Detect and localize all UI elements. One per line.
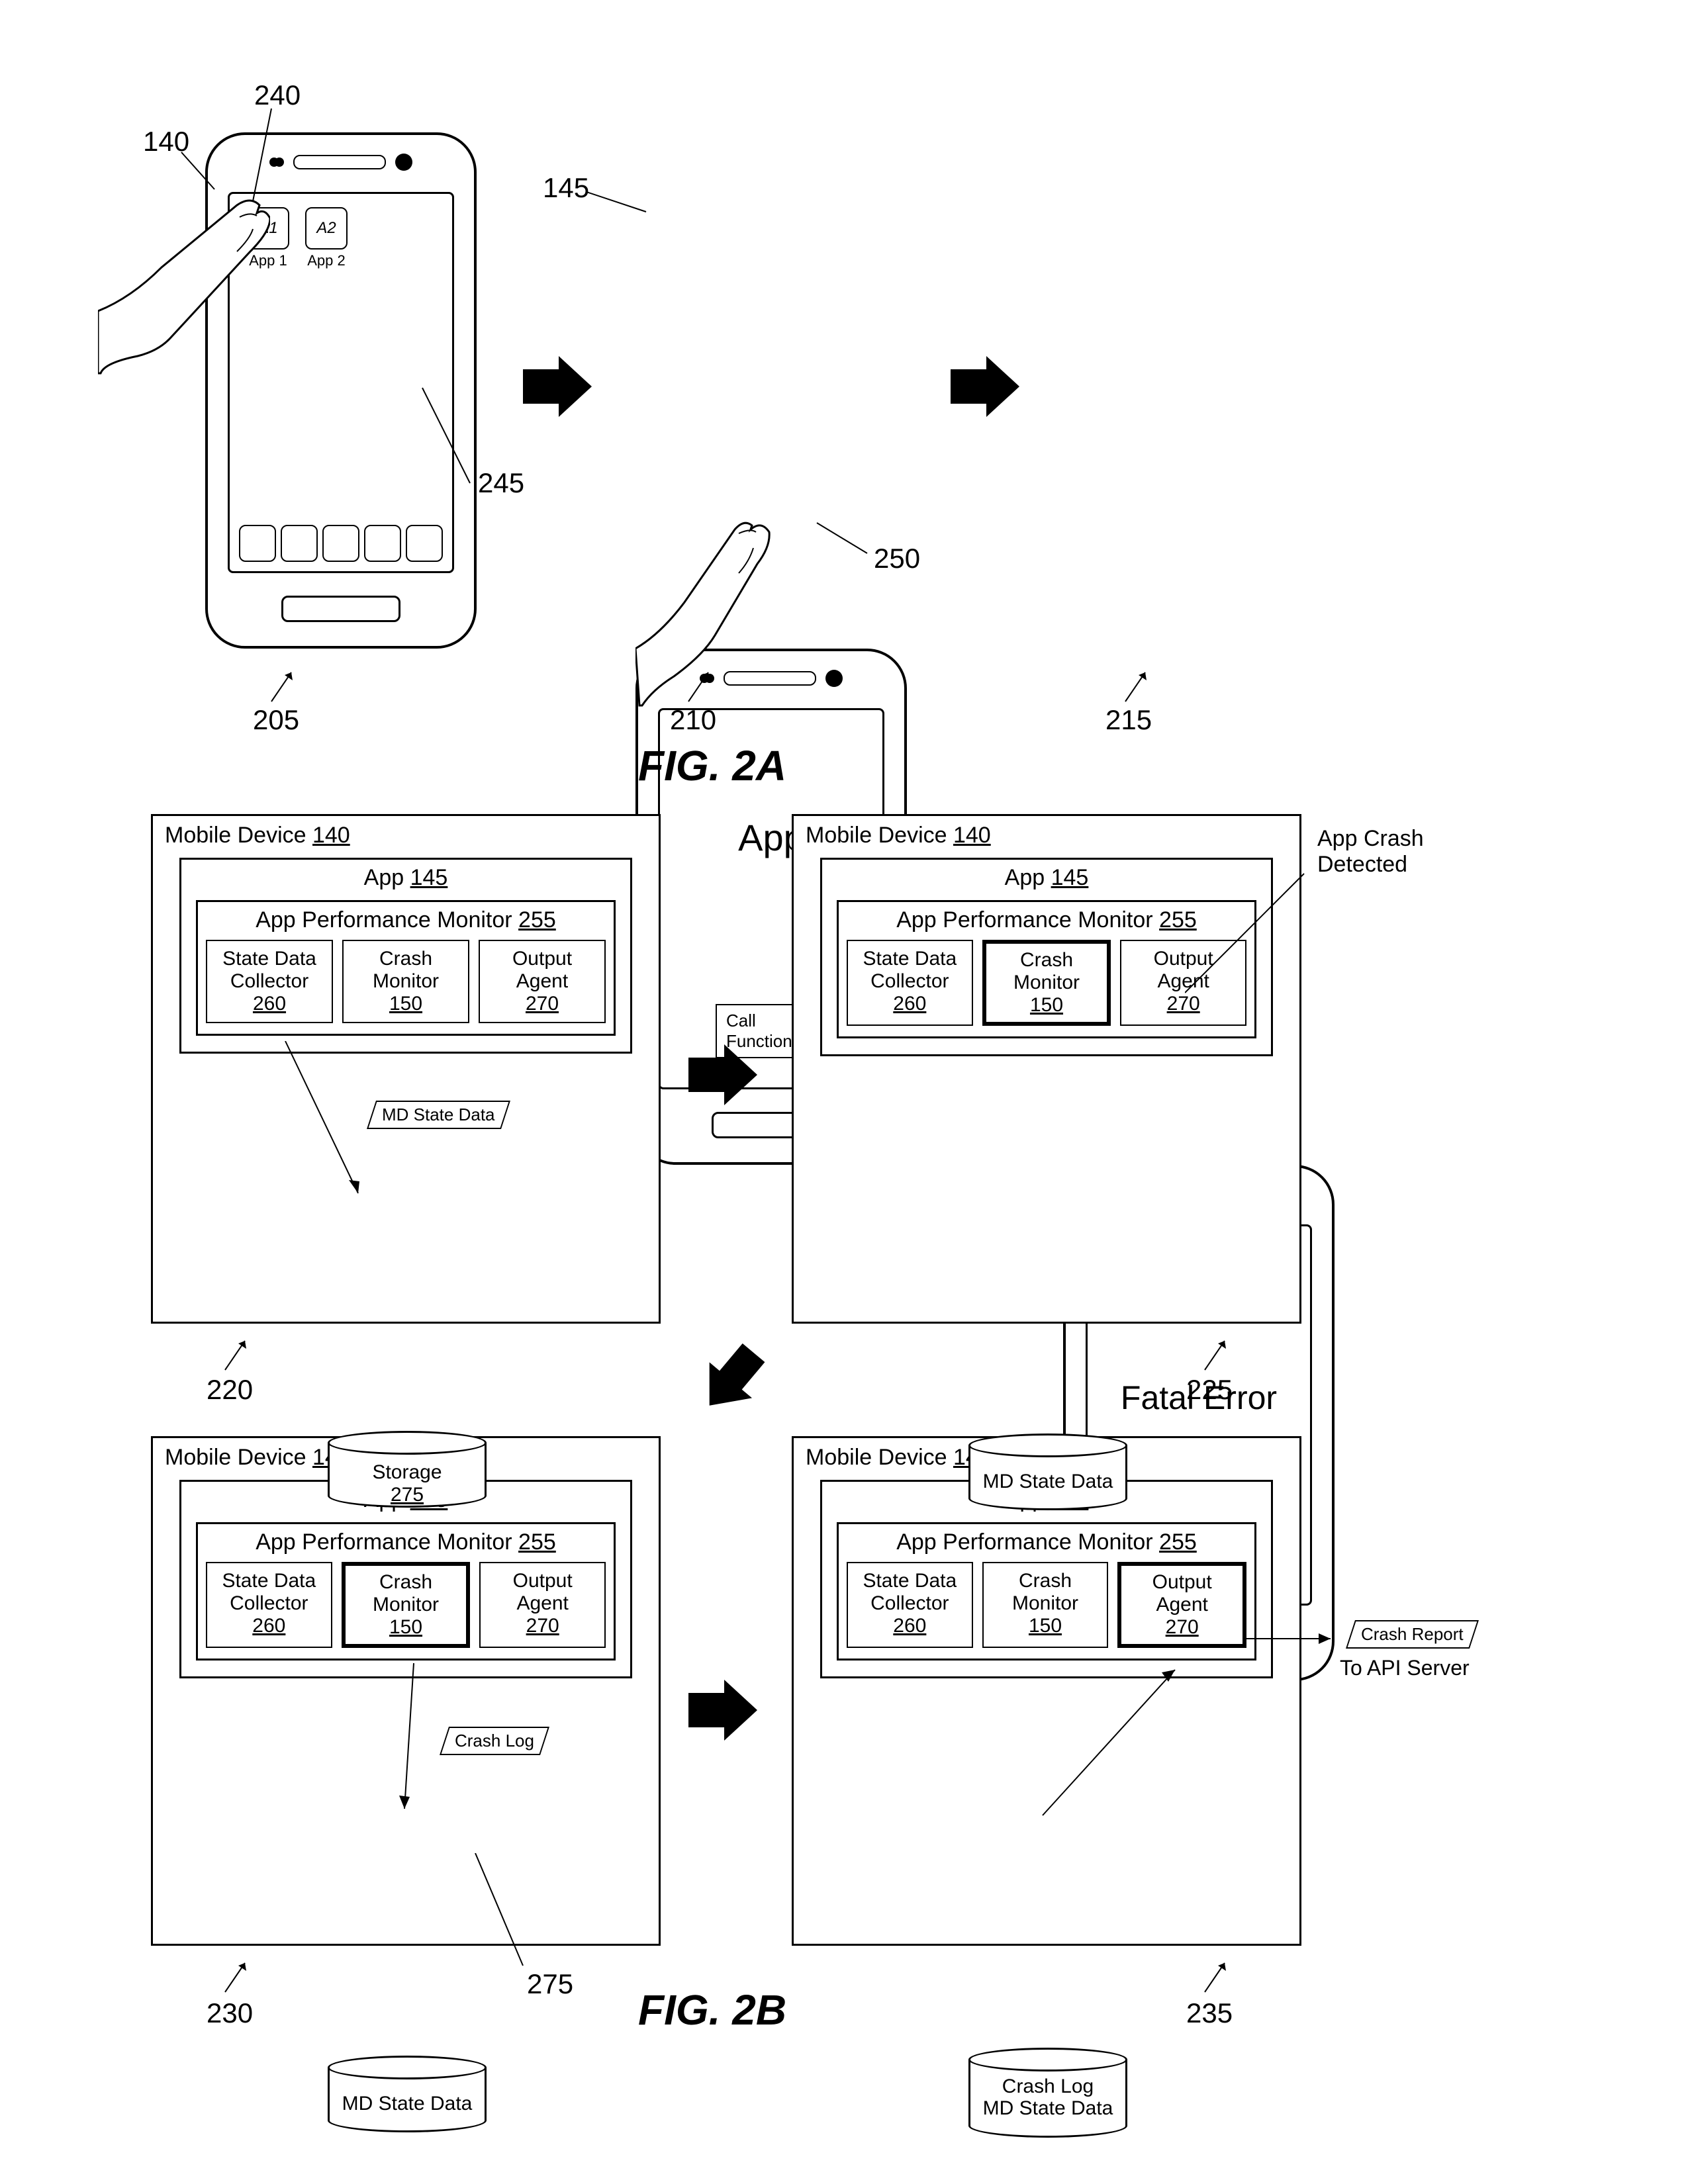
- ref-235: 235: [1186, 1997, 1233, 2029]
- arrow-down-left-icon: [688, 1343, 768, 1423]
- md-num: 140: [312, 823, 350, 848]
- dock-icon[interactable]: [406, 525, 443, 562]
- ref-210: 210: [670, 704, 716, 736]
- ref-275: 275: [527, 1968, 573, 2000]
- crash-monitor-active: Crash Monitor 150: [342, 1562, 471, 1648]
- ref-230: 230: [207, 1997, 253, 2029]
- arrow-right-icon: [523, 351, 596, 424]
- block-220: Mobile Device 140 App 145 App Performanc…: [151, 814, 661, 1324]
- dock-icon[interactable]: [322, 525, 359, 562]
- page: A1 App 1 A2 App 2: [0, 0, 1688, 2184]
- dock: [239, 525, 443, 562]
- storage-cylinder: Crash LogMD State Data: [968, 2048, 1127, 2140]
- output-agent-active: Output Agent 270: [1117, 1562, 1246, 1648]
- fig2a-title: FIG. 2A: [638, 741, 786, 790]
- ref-245: 245: [478, 467, 524, 499]
- storage-cylinder: MD State Data: [968, 1433, 1127, 1513]
- ref-215: 215: [1105, 704, 1152, 736]
- md-label: Mobile Device: [165, 823, 312, 848]
- data-flow-arrow-icon: [1003, 1663, 1201, 1835]
- ref-205: 205: [253, 704, 299, 736]
- ref-220: 220: [207, 1374, 253, 1406]
- md-state-data-tag: MD State Data: [367, 1101, 510, 1129]
- arrow-right-icon: [688, 1039, 761, 1112]
- ref-240: 240: [254, 79, 301, 111]
- ref-250: 250: [874, 543, 920, 574]
- state-data-collector: State Data Collector 260: [847, 1562, 973, 1648]
- app2-label: App 2: [305, 252, 348, 269]
- crash-monitor: Crash Monitor 150: [982, 1562, 1109, 1648]
- state-data-collector: State Data Collector 260: [206, 940, 333, 1023]
- state-data-collector: State Data Collector 260: [847, 940, 973, 1026]
- block-230: Mobile Device 140 App 145 App Performanc…: [151, 1436, 661, 1946]
- arrow-right-icon: [688, 1674, 761, 1747]
- output-arrow-icon: [1244, 1625, 1350, 1652]
- dock-icon[interactable]: [281, 525, 318, 562]
- crash-report-tag: Crash Report: [1346, 1620, 1479, 1649]
- arrow-right-icon: [951, 351, 1023, 424]
- output-agent: Output Agent 270: [479, 1562, 606, 1648]
- crash-monitor-active: Crash Monitor 150: [982, 940, 1111, 1026]
- block-235: Mobile Device 140 App 145 App Performanc…: [792, 1436, 1301, 1946]
- phone-sensors: [208, 154, 474, 171]
- lead-line: [450, 1853, 569, 1985]
- app2-icon[interactable]: A2: [305, 207, 348, 250]
- lead-line: [1185, 860, 1344, 1006]
- dock-icon[interactable]: [364, 525, 401, 562]
- storage-cylinder: MD State Data: [328, 2056, 487, 2135]
- crash-detected-note: App Crash Detected: [1317, 826, 1450, 878]
- ref-225: 225: [1186, 1374, 1233, 1406]
- home-button[interactable]: [281, 596, 400, 622]
- output-agent: Output Agent 270: [479, 940, 606, 1023]
- finger-icon: [98, 192, 270, 377]
- crash-monitor: Crash Monitor 150: [342, 940, 469, 1023]
- to-api-server-text: To API Server: [1340, 1656, 1470, 1680]
- crash-log-tag: Crash Log: [440, 1727, 549, 1755]
- ref-140: 140: [143, 126, 189, 158]
- ref-145: 145: [543, 172, 589, 204]
- storage-cylinder: Storage275: [328, 1431, 487, 1510]
- state-data-collector: State Data Collector 260: [206, 1562, 332, 1648]
- fig2b-title: FIG. 2B: [638, 1985, 786, 2034]
- dock-icon[interactable]: [239, 525, 276, 562]
